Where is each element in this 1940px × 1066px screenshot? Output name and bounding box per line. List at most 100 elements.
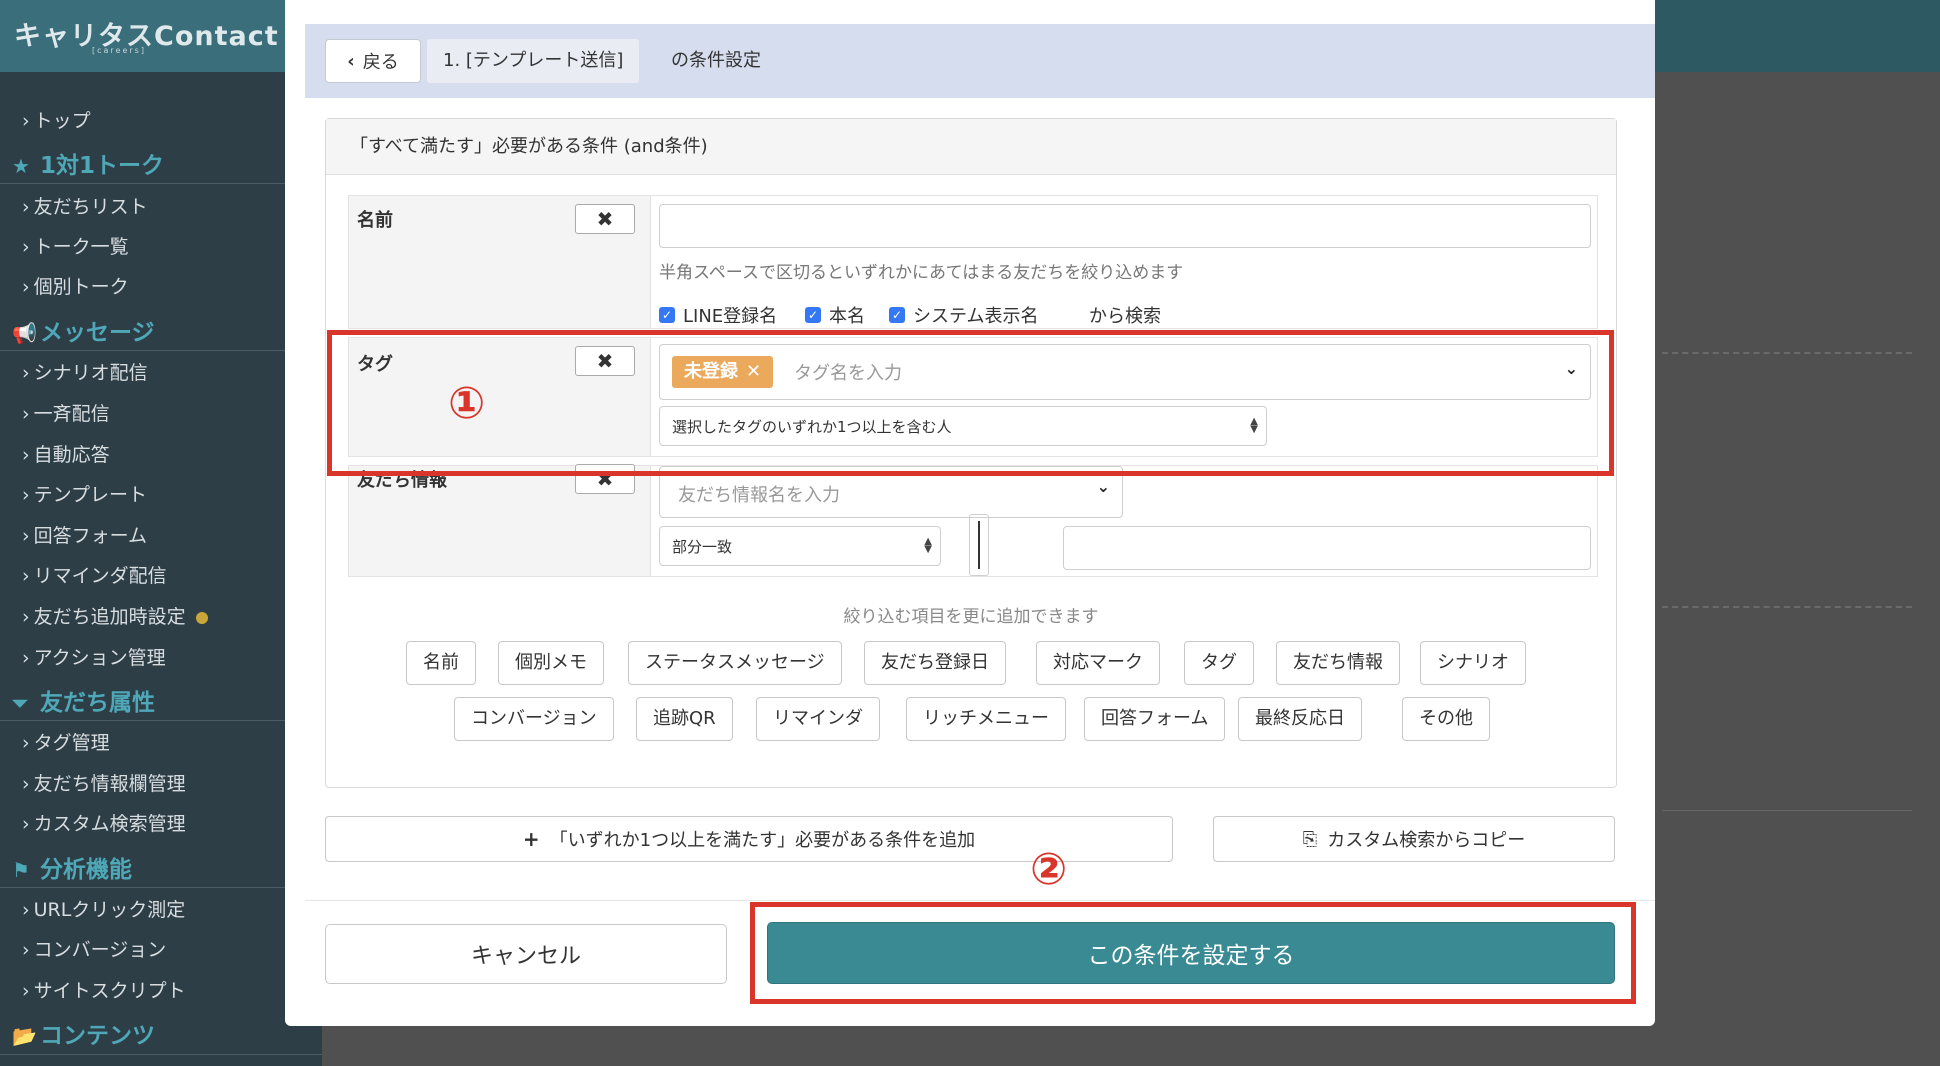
footer-divider <box>305 900 1655 901</box>
chevron-right-icon: › <box>22 606 30 628</box>
folder-icon: 📂 <box>12 1024 37 1048</box>
chevron-left-icon: ‹ <box>347 50 355 72</box>
back-button[interactable]: ‹ 戻る <box>325 39 421 83</box>
plus-icon: + <box>522 827 540 851</box>
copy-custom-search-button[interactable]: ⎘ カスタム検索からコピー <box>1213 816 1615 862</box>
sidebar-item-answer-form[interactable]: › 回答フォーム <box>22 521 147 548</box>
filter-button-friend-info[interactable]: 友だち情報 <box>1276 641 1400 685</box>
friend-info-value-input[interactable] <box>1063 526 1591 570</box>
cancel-button[interactable]: キャンセル <box>325 924 727 984</box>
filter-button-tracking-qr[interactable]: 追跡QR <box>636 697 733 741</box>
row-label-cell: 友だち情報 ✖ <box>349 464 651 576</box>
chevron-right-icon: › <box>22 236 30 258</box>
sidebar-item-scenario[interactable]: › シナリオ配信 <box>22 358 148 385</box>
chevron-right-icon: › <box>22 773 30 795</box>
row-label: 名前 <box>357 210 393 231</box>
sidebar-item-auto-reply[interactable]: › 自動応答 <box>22 440 110 467</box>
search-suffix: から検索 <box>1089 306 1161 327</box>
sidebar-item-label: アクション管理 <box>33 647 166 669</box>
annotation-number-2: ② <box>1030 844 1068 895</box>
logo-bar: キャリタスContact [careers] <box>0 0 322 72</box>
chevron-right-icon: › <box>22 899 30 921</box>
checkbox-checked-icon: ✓ <box>805 307 821 323</box>
sidebar-item-site-script[interactable]: › サイトスクリプト <box>22 976 186 1003</box>
filter-button-memo[interactable]: 個別メモ <box>498 641 604 685</box>
notification-dot <box>195 611 208 624</box>
back-button-label: 戻る <box>362 52 399 73</box>
breadcrumb: 1. [テンプレート送信] <box>427 39 640 83</box>
friend-info-match-select[interactable]: 部分一致 ▲ ▼ <box>659 526 941 566</box>
filter-button-response-mark[interactable]: 対応マーク <box>1036 641 1160 685</box>
sidebar-section-label: コンテンツ <box>40 1023 155 1049</box>
filter-button-name[interactable]: 名前 <box>406 641 476 685</box>
remove-name-button[interactable]: ✖ <box>575 204 635 234</box>
sidebar-item-action-manage[interactable]: › アクション管理 <box>22 643 166 670</box>
sidebar-item-friend-info-manage[interactable]: › 友だち情報欄管理 <box>22 769 186 796</box>
sidebar-item-custom-search[interactable]: › カスタム検索管理 <box>22 809 186 836</box>
sidebar-item-label: リマインダ配信 <box>33 565 167 587</box>
filter-button-reminder[interactable]: リマインダ <box>756 697 880 741</box>
sidebar-item-label: トップ <box>33 110 91 132</box>
panel-title: 「すべて満たす」必要がある条件 (and条件) <box>326 119 1616 175</box>
checkbox-checked-icon: ✓ <box>659 307 675 323</box>
section-divider <box>0 183 322 184</box>
filter-button-tag[interactable]: タグ <box>1184 641 1254 685</box>
filter-button-scenario[interactable]: シナリオ <box>1420 641 1526 685</box>
section-divider <box>0 350 322 351</box>
friend-info-placeholder: 友だち情報名を入力 <box>678 485 840 506</box>
checkbox-real-name[interactable]: ✓ 本名 <box>805 302 865 328</box>
sidebar-item-conversion[interactable]: › コンバージョン <box>22 935 166 962</box>
condition-row-friend-info: 友だち情報 ✖ 友だち情報名を入力 ⌄ 部分一致 ▲ ▼ <box>348 464 1598 577</box>
sidebar-item-talk-list[interactable]: › トーク一覧 <box>22 232 129 259</box>
app-logo: キャリタスContact <box>14 21 279 52</box>
chevron-right-icon: › <box>22 813 30 835</box>
chevron-right-icon: › <box>22 403 30 425</box>
sidebar-item-reminder[interactable]: › リマインダ配信 <box>22 561 167 588</box>
filter-button-register-date[interactable]: 友だち登録日 <box>864 641 1006 685</box>
filter-button-answer-form[interactable]: 回答フォーム <box>1084 697 1226 741</box>
filter-icon: ⏷ <box>12 691 28 715</box>
filter-button-other[interactable]: その他 <box>1402 697 1490 741</box>
chevron-right-icon: › <box>22 484 30 506</box>
sidebar-item-label: 一斉配信 <box>33 403 110 425</box>
chevron-right-icon: › <box>22 525 30 547</box>
filter-button-last-reaction[interactable]: 最終反応日 <box>1238 697 1362 741</box>
sidebar-item-template[interactable]: › テンプレート <box>22 480 147 507</box>
sidebar-item-label: 友だち追加時設定 <box>33 606 186 628</box>
modal-header: ‹ 戻る 1. [テンプレート送信] の条件設定 <box>305 24 1655 98</box>
sidebar-item-label: URLクリック測定 <box>33 899 186 921</box>
filter-button-conversion[interactable]: コンバージョン <box>454 697 614 741</box>
name-help-text: 半角スペースで区切るといずれかにあてはまる友だちを絞り込めます <box>659 263 1184 283</box>
sidebar-item-label: 友だちリスト <box>33 196 148 218</box>
name-input[interactable] <box>659 204 1591 248</box>
backdrop-divider <box>1662 606 1912 608</box>
chevron-right-icon: › <box>22 276 30 298</box>
sidebar-item-label: 自動応答 <box>33 444 110 466</box>
checkbox-line-name[interactable]: ✓ LINE登録名 <box>659 302 777 328</box>
chevron-right-icon: › <box>22 196 30 218</box>
sidebar-item-url-click[interactable]: › URLクリック測定 <box>22 895 185 922</box>
value-divider <box>969 514 989 576</box>
section-divider <box>0 1054 322 1055</box>
chevron-right-icon: › <box>22 732 30 754</box>
sidebar-item-label: コンバージョン <box>33 939 167 961</box>
sidebar-section-label: 友だち属性 <box>40 690 155 716</box>
sidebar-item-top[interactable]: › トップ <box>22 106 91 133</box>
filter-button-status-message[interactable]: ステータスメッセージ <box>628 641 842 685</box>
filter-button-rich-menu[interactable]: リッチメニュー <box>906 697 1066 741</box>
page-title: の条件設定 <box>671 50 761 71</box>
chevron-down-icon[interactable]: ⌄ <box>1097 477 1110 496</box>
sidebar-item-friend-add-settings[interactable]: › 友だち追加時設定 <box>22 602 208 629</box>
condition-row-name: 名前 ✖ 半角スペースで区切るといずれかにあてはまる友だちを絞り込めます ✓ LI… <box>348 195 1598 329</box>
checkbox-system-name[interactable]: ✓ システム表示名 <box>889 302 1038 328</box>
sidebar-item-tag-manage[interactable]: › タグ管理 <box>22 728 110 755</box>
backdrop-divider <box>1662 352 1912 354</box>
sidebar-section-talk: ★ 1対1トーク <box>12 146 164 180</box>
sidebar-item-friends-list[interactable]: › 友だちリスト <box>22 192 148 219</box>
sidebar-item-individual-talk[interactable]: › 個別トーク <box>22 272 129 299</box>
annotation-number-1: ① <box>448 378 486 429</box>
button-label: 「いずれか1つ以上を満たす」必要がある条件を追加 <box>549 830 976 851</box>
annotation-box-2 <box>750 902 1636 1004</box>
checkbox-label: システム表示名 <box>913 306 1039 327</box>
sidebar-item-broadcast[interactable]: › 一斉配信 <box>22 399 110 426</box>
